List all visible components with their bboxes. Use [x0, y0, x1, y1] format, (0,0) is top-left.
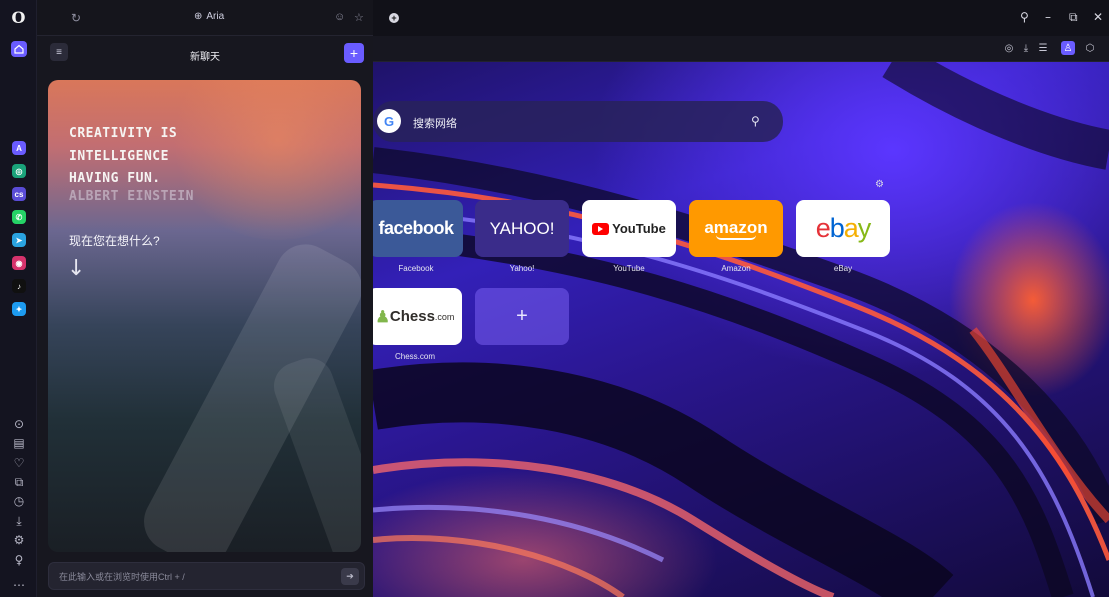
- add-site-button[interactable]: +: [475, 288, 569, 345]
- tile-yahoo[interactable]: YAHOO!: [475, 200, 569, 257]
- whatsapp-icon[interactable]: ✆: [12, 210, 26, 224]
- plus-icon: +: [349, 45, 359, 61]
- pin-icon[interactable]: ☆: [354, 11, 364, 24]
- aria-panel: ↻ ⊕ Aria ☺ ☆ ≡ 新聊天 + CREATIVITY IS INTEL…: [37, 0, 373, 597]
- opera-logo[interactable]: O: [0, 8, 37, 27]
- chat-input-bar: ➔: [48, 562, 365, 590]
- aria-logo-shape-secondary: [267, 351, 361, 552]
- quote-author: ALBERT EINSTEIN: [69, 189, 194, 204]
- card-glow: [168, 80, 361, 240]
- clock-icon[interactable]: ◷: [10, 494, 28, 508]
- youtube-play-icon: [592, 222, 610, 235]
- search-icon[interactable]: ⚲: [751, 114, 760, 128]
- search-bar[interactable]: G 搜索网络 ⚲: [373, 101, 783, 142]
- tile-label: Chess.com: [394, 352, 435, 361]
- search-input[interactable]: 搜索网络: [413, 115, 457, 131]
- play-circle-icon[interactable]: ⊙: [10, 417, 28, 431]
- new-chat-button[interactable]: +: [344, 43, 364, 63]
- send-arrow-icon: ➔: [346, 571, 354, 581]
- ebay-letter: b: [829, 213, 845, 243]
- chatgpt-icon[interactable]: ◎: [12, 164, 26, 178]
- tile-logo-suffix: .com: [434, 311, 455, 322]
- tile-logo: YAHOO!: [489, 218, 555, 238]
- google-icon: G: [377, 109, 401, 133]
- tile-facebook[interactable]: facebook: [373, 200, 463, 257]
- tab-strip: + ⚲ – ⧉ ✕: [373, 0, 1109, 36]
- quote-line: HAVING FUN.: [69, 171, 161, 186]
- plus-icon: +: [516, 305, 528, 327]
- quote-line: INTELLIGENCE: [69, 148, 169, 164]
- tile-label: Amazon: [721, 264, 751, 273]
- download-icon[interactable]: ⤓: [1019, 41, 1033, 55]
- pinboard-icon[interactable]: ▤: [10, 436, 28, 450]
- ebay-letter: e: [815, 213, 831, 243]
- tile-label: YouTube: [613, 264, 645, 273]
- aria-tab-icon: ⊕: [194, 11, 203, 22]
- chatsonic-icon[interactable]: cs: [12, 187, 26, 201]
- aria-tab-bar: ↻ ⊕ Aria ☺ ☆: [37, 0, 373, 36]
- tiktok-icon[interactable]: ♪: [12, 279, 26, 293]
- home-icon[interactable]: [11, 41, 27, 57]
- minimize-icon[interactable]: –: [1045, 10, 1051, 24]
- quote: CREATIVITY IS INTELLIGENCE HAVING FUN.: [69, 123, 177, 191]
- tile-chess[interactable]: ♟ Chess .com: [373, 288, 462, 345]
- reload-icon[interactable]: ↻: [71, 11, 81, 25]
- amazon-smile-icon: [716, 235, 756, 240]
- close-icon[interactable]: ✕: [1093, 10, 1103, 24]
- lightbulb-icon[interactable]: ♀: [10, 553, 28, 567]
- aria-icon[interactable]: A: [12, 141, 26, 155]
- aria-tab-label: Aria: [206, 11, 225, 22]
- chat-title: 新聊天: [190, 52, 220, 63]
- telegram-icon[interactable]: ➤: [12, 233, 26, 247]
- download-icon[interactable]: ⤓: [10, 514, 28, 528]
- ebay-letter: a: [843, 213, 859, 243]
- tabs-icon[interactable]: ⧉: [10, 475, 28, 489]
- tile-logo: YouTube: [612, 221, 666, 236]
- camera-icon[interactable]: ◎: [1002, 41, 1016, 55]
- tile-label: Yahoo!: [509, 264, 535, 273]
- aria-header: ≡ 新聊天 +: [37, 36, 373, 72]
- ebay-letter: y: [857, 213, 871, 243]
- quote-line: CREATIVITY IS: [69, 126, 178, 141]
- welcome-card: CREATIVITY IS INTELLIGENCE HAVING FUN. A…: [48, 80, 361, 552]
- emoji-icon[interactable]: ☺: [334, 11, 345, 23]
- send-button[interactable]: ➔: [341, 568, 359, 585]
- speed-dial-settings-icon[interactable]: ⚙: [875, 179, 884, 190]
- twitter-icon[interactable]: ✦: [12, 302, 26, 316]
- tile-label: Facebook: [398, 264, 434, 273]
- gear-icon[interactable]: ⚙: [10, 533, 28, 547]
- heart-icon[interactable]: ♡: [10, 456, 28, 470]
- chess-pawn-icon: ♟: [375, 308, 390, 326]
- toolbar: [373, 36, 1109, 62]
- search-tabs-icon[interactable]: ⚲: [1020, 10, 1029, 24]
- tile-logo: facebook: [378, 218, 454, 238]
- tile-logo: Chess: [389, 308, 435, 325]
- instagram-icon[interactable]: ◉: [12, 256, 26, 270]
- tile-ebay[interactable]: ebay: [796, 200, 890, 257]
- more-icon[interactable]: …: [10, 575, 28, 589]
- tile-logo: ebay: [815, 213, 872, 244]
- prompt-question: 现在您在想什么?: [69, 234, 160, 248]
- tab-aria[interactable]: ⊕ Aria: [194, 11, 224, 22]
- snap-icon[interactable]: ⧉: [1069, 10, 1078, 25]
- speed-dial-page: + ⚲ – ⧉ ✕ ◎ ⤓ ☰ ♙ ⬡ G 搜索网络 ⚲ ⚙ facebook …: [373, 0, 1109, 597]
- extensions-icon[interactable]: ⬡: [1083, 41, 1097, 55]
- tile-youtube[interactable]: YouTube: [582, 200, 676, 257]
- sidebar: O A ◎ cs ✆ ➤ ◉ ♪ ✦ ⊙ ▤ ♡ ⧉ ◷ ⤓ ⚙ ♀ …: [0, 0, 37, 597]
- easy-setup-icon[interactable]: ☰: [1036, 41, 1050, 55]
- arrow-down-icon: ↓: [67, 256, 86, 281]
- chat-input[interactable]: [59, 569, 329, 585]
- profile-icon[interactable]: ♙: [1061, 41, 1075, 55]
- new-tab-icon[interactable]: +: [389, 13, 399, 23]
- tile-label: eBay: [833, 264, 853, 273]
- tile-amazon[interactable]: amazon: [689, 200, 783, 257]
